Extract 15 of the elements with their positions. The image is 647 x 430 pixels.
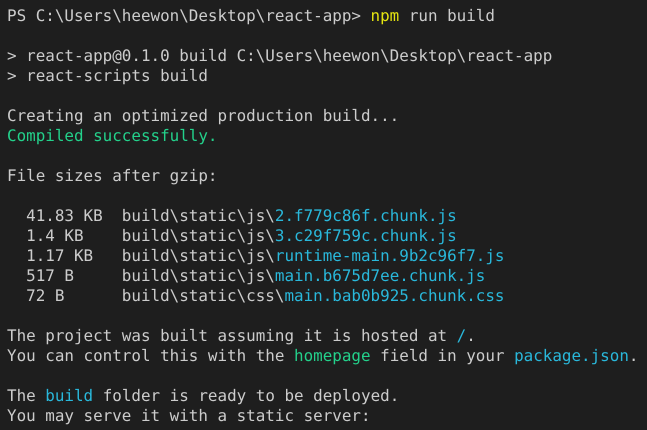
terminal-line: You may serve it with a static server: xyxy=(7,406,371,426)
terminal-line: 1.17 KB build\static\js\runtime-main.9b2c96f7.js xyxy=(25,246,504,266)
terminal-line: 1.4 KB build\static\js\3.c29f759c.chunk.js xyxy=(25,226,457,246)
terminal-line: 72 B build\static\css\main.bab0b925.chunk.css xyxy=(25,286,504,306)
terminal-line: PS C:\Users\heewon\Desktop\react-app> npm run build xyxy=(7,6,495,26)
terminal-line: You can control this with the homepage field in your package.json. xyxy=(7,346,638,366)
terminal-line: Creating an optimized production build... xyxy=(7,106,400,126)
terminal-line: > react-scripts build xyxy=(7,66,208,86)
terminal-line: Compiled successfully. xyxy=(7,126,218,146)
terminal-line: 41.83 KB build\static\js\2.f779c86f.chunk.js xyxy=(25,206,457,226)
terminal-line: > react-app@0.1.0 build C:\Users\heewon\Desktop\react-app xyxy=(7,46,552,66)
terminal-line: 517 B build\static\js\main.b675d7ee.chunk.js xyxy=(25,266,486,286)
terminal-line: File sizes after gzip: xyxy=(7,166,218,186)
terminal-line: The project was built assuming it is hosted at /. xyxy=(7,326,476,346)
terminal-line: The build folder is ready to be deployed. xyxy=(7,386,400,406)
